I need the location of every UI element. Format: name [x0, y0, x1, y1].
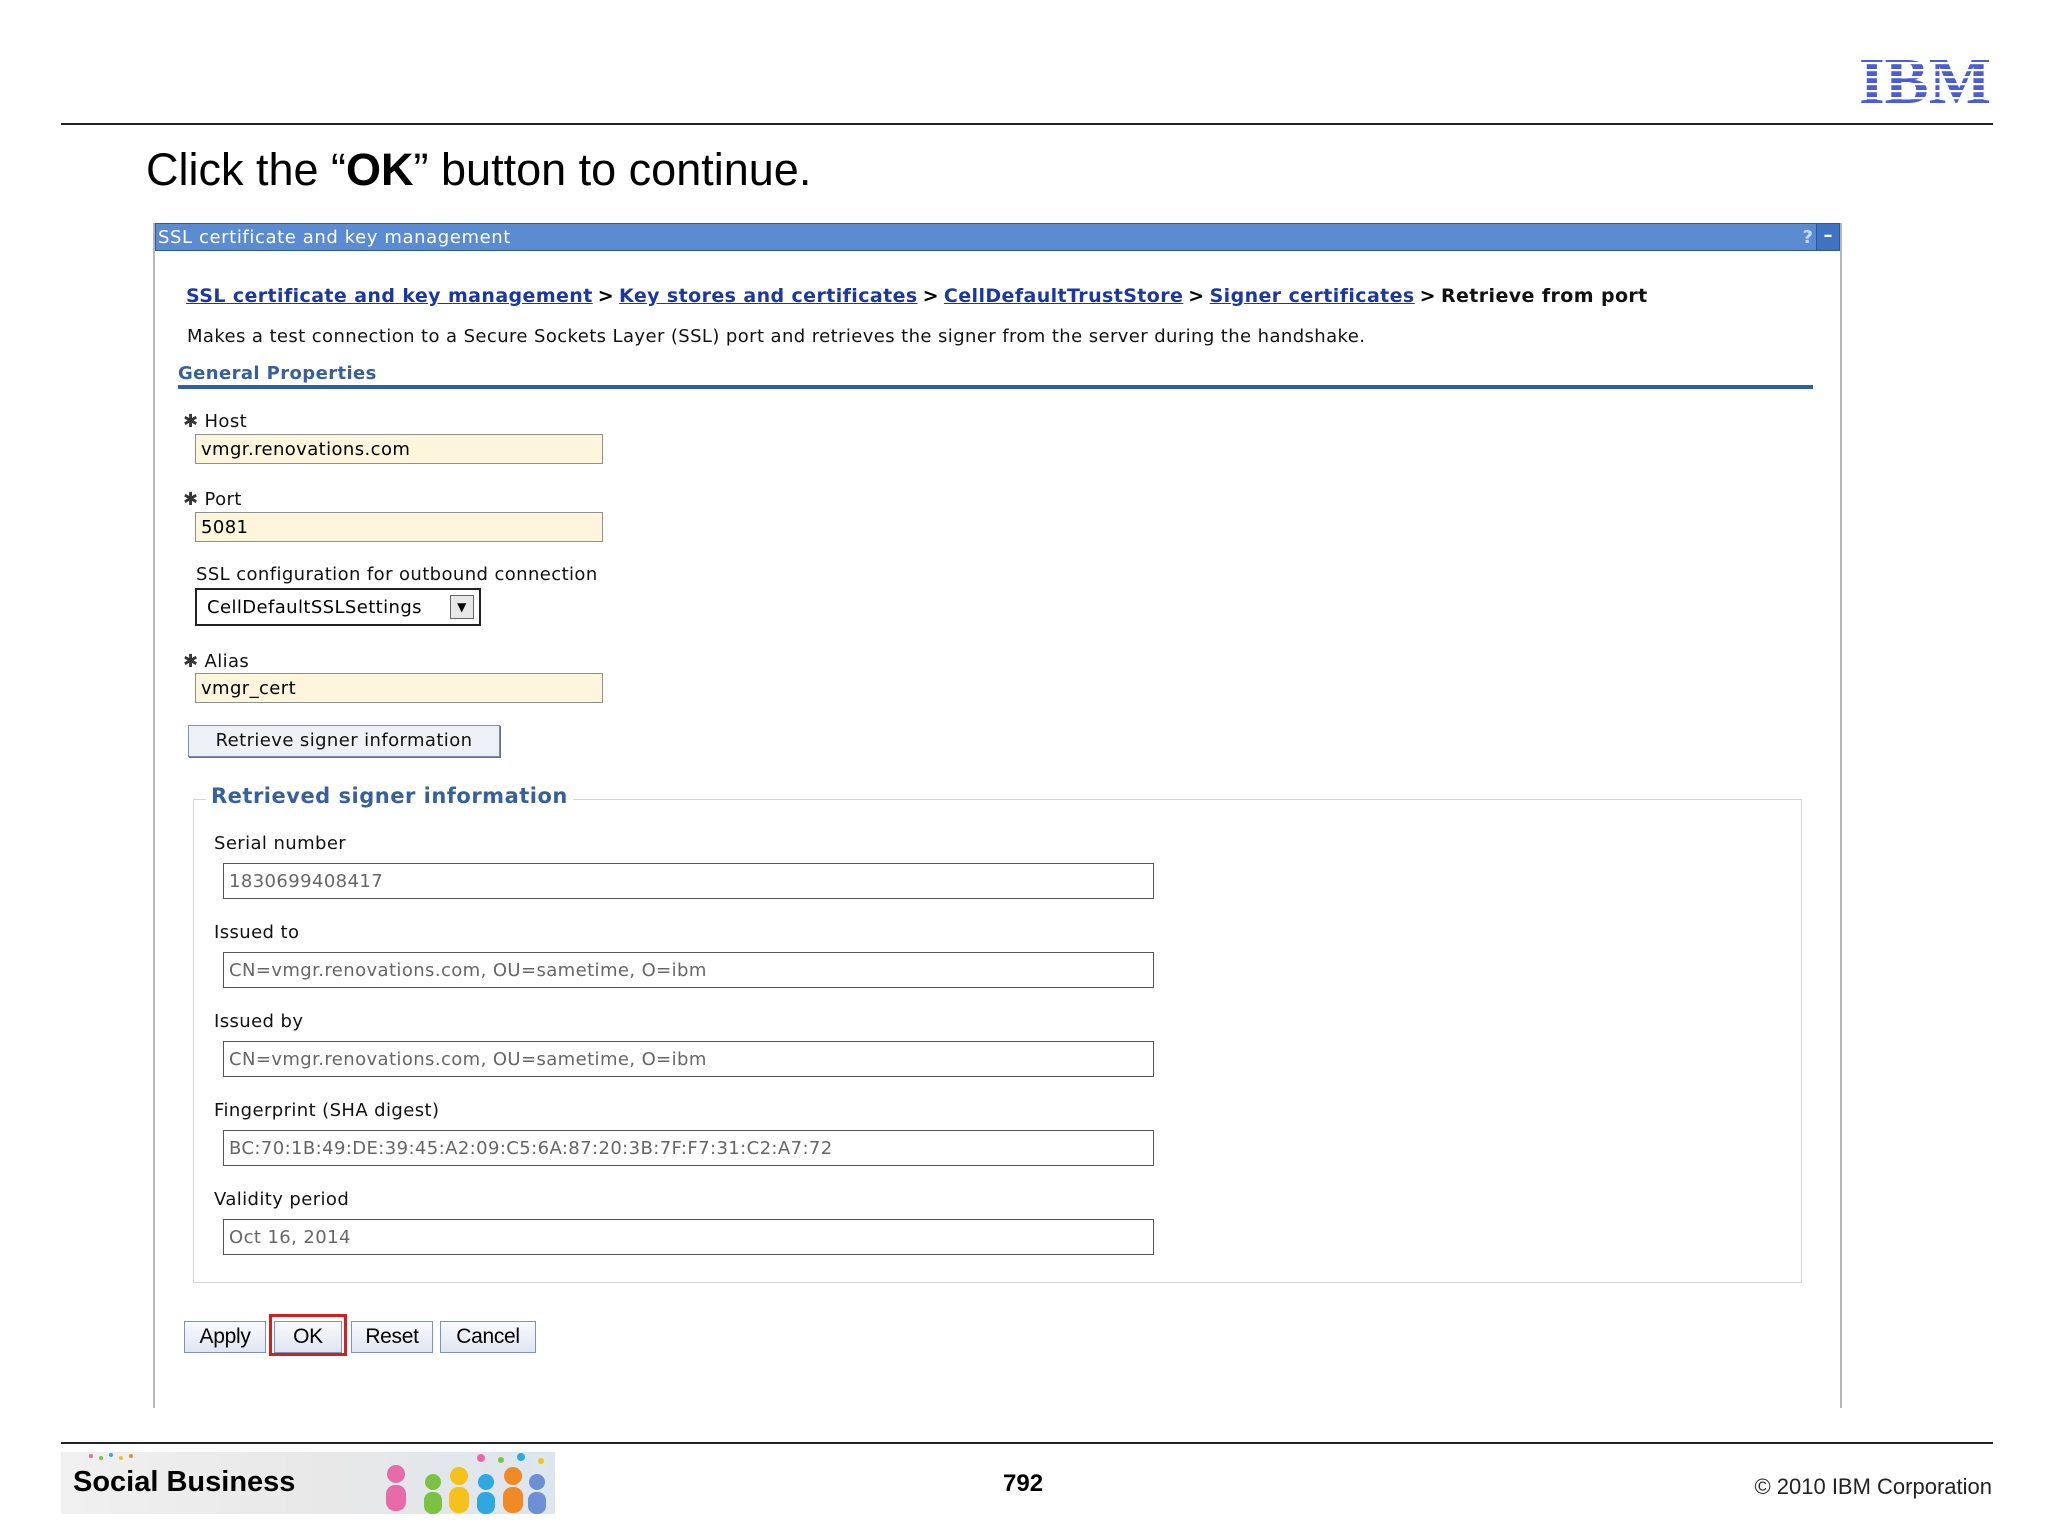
required-icon: ✱ — [183, 411, 199, 432]
signer-legend: Retrieved signer information — [206, 784, 573, 808]
reset-button[interactable]: Reset — [351, 1321, 433, 1353]
page-description: Makes a test connection to a Secure Sock… — [187, 326, 1366, 347]
host-label-text: Host — [204, 411, 248, 432]
ibm-logo-text: IBM — [1859, 50, 1991, 106]
ssl-config-select[interactable]: CellDefaultSSLSettings ▼ — [195, 588, 481, 626]
issued-to-field[interactable]: CN=vmgr.renovations.com, OU=sametime, O=… — [223, 952, 1154, 988]
validity-label: Validity period — [214, 1189, 350, 1210]
port-label: ✱ Port — [183, 489, 242, 510]
ibm-logo: IBM — [1859, 50, 1991, 106]
alias-input[interactable]: vmgr_cert — [195, 673, 603, 703]
breadcrumb-link-truststore[interactable]: CellDefaultTrustStore — [944, 285, 1183, 307]
retrieve-signer-button[interactable]: Retrieve signer information — [188, 725, 500, 757]
validity-field[interactable]: Oct 16, 2014 — [223, 1219, 1154, 1255]
host-input[interactable]: vmgr.renovations.com — [195, 434, 603, 464]
cancel-button[interactable]: Cancel — [440, 1321, 536, 1353]
minimize-icon[interactable]: – — [1816, 224, 1839, 250]
breadcrumb: SSL certificate and key management > Key s… — [186, 285, 1648, 307]
breadcrumb-link-keystores[interactable]: Key stores and certificates — [619, 285, 918, 307]
slide-title-post: ” button to continue. — [413, 144, 812, 195]
issued-by-field[interactable]: CN=vmgr.renovations.com, OU=sametime, O=… — [223, 1041, 1154, 1077]
issued-to-label: Issued to — [214, 922, 300, 943]
required-icon: ✱ — [183, 651, 199, 672]
port-input[interactable]: 5081 — [195, 512, 603, 542]
serial-label: Serial number — [214, 833, 347, 854]
ssl-config-label: SSL configuration for outbound connectio… — [196, 564, 598, 585]
chevron-down-icon[interactable]: ▼ — [450, 595, 474, 619]
breadcrumb-link-signers[interactable]: Signer certificates — [1210, 285, 1415, 307]
slide-title: Click the “OK” button to continue. — [146, 144, 811, 196]
fingerprint-field[interactable]: BC:70:1B:49:DE:39:45:A2:09:C5:6A:87:20:3… — [223, 1130, 1154, 1166]
breadcrumb-separator: > — [922, 285, 939, 307]
required-icon: ✱ — [183, 489, 199, 510]
general-properties-rule — [178, 385, 1813, 389]
social-business-banner: Social Business — [61, 1452, 555, 1514]
issued-by-label: Issued by — [214, 1011, 304, 1032]
ok-highlight-box — [269, 1314, 347, 1356]
page-number: 792 — [1003, 1470, 1044, 1497]
breadcrumb-link-ssl[interactable]: SSL certificate and key management — [186, 285, 593, 307]
breadcrumb-current: Retrieve from port — [1440, 285, 1648, 307]
fingerprint-label: Fingerprint (SHA digest) — [214, 1100, 440, 1121]
breadcrumb-separator: > — [1419, 285, 1436, 307]
panel-title: SSL certificate and key management — [158, 227, 511, 248]
banner-title: Social Business — [73, 1466, 296, 1498]
general-properties-title: General Properties — [178, 363, 377, 384]
header-rule — [61, 123, 1993, 125]
footer-rule — [61, 1442, 1993, 1444]
host-label: ✱ Host — [183, 411, 247, 432]
apply-button[interactable]: Apply — [184, 1321, 266, 1353]
serial-field[interactable]: 1830699408417 — [223, 863, 1154, 899]
slide-title-bold: OK — [346, 144, 414, 195]
panel-titlebar: SSL certificate and key management ? – — [155, 223, 1840, 251]
alias-label: ✱ Alias — [183, 651, 249, 672]
ssl-config-value: CellDefaultSSLSettings — [207, 597, 422, 618]
ssl-panel: SSL certificate and key management ? – S… — [153, 223, 1842, 1408]
alias-label-text: Alias — [204, 651, 250, 672]
help-icon[interactable]: ? — [1803, 227, 1813, 248]
slide-title-pre: Click the “ — [146, 144, 347, 195]
breadcrumb-separator: > — [597, 285, 615, 307]
copyright: © 2010 IBM Corporation — [1754, 1474, 1992, 1499]
port-label-text: Port — [204, 489, 242, 510]
breadcrumb-separator: > — [1188, 285, 1205, 307]
